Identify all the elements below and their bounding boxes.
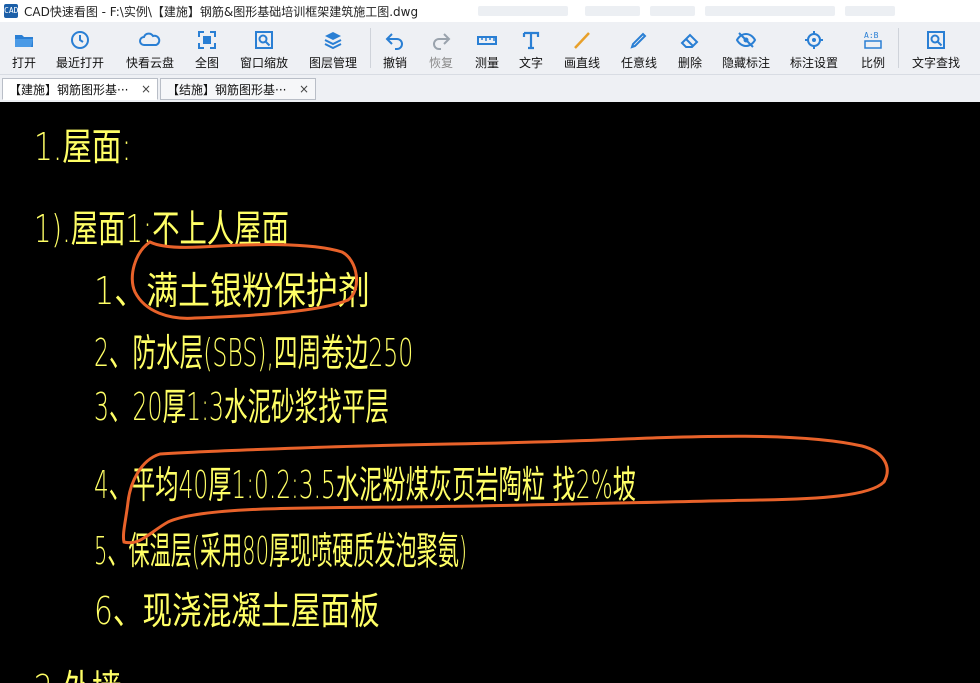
cloud-icon [139,32,161,46]
title-bar: CAD CAD快速看图 - F:\实例\【建施】钢筋&图形基础培训框架建筑施工图… [0,0,980,22]
settings-gear-icon [805,31,823,49]
main-toolbar: 打开 最近打开 快看云盘 全图 窗口缩放 图层管理 撤销 恢复 测量 文字 画直… [0,22,980,75]
text-tool-icon [522,31,540,50]
blurred-title-area [478,6,568,16]
undo-icon [385,33,403,50]
svg-text:A:B: A:B [864,31,879,40]
eraser-icon [680,33,699,48]
dim-settings-button[interactable]: 标注设置 [786,22,842,74]
pen-icon [630,32,647,49]
markup-circle-line-4 [122,434,889,545]
freehand-button[interactable]: 任意线 [618,22,660,74]
recent-button[interactable]: 最近打开 [52,22,108,74]
document-tab-bar: 【建施】钢筋图形基··· × 【结施】钢筋图形基··· × [0,75,980,102]
blurred-title-area [845,6,895,16]
ruler-icon [477,36,497,45]
toolbar-divider [898,28,899,68]
zoom-window-icon [255,31,273,49]
blurred-title-area [585,6,640,16]
line-button[interactable]: 画直线 [560,22,604,74]
text-button[interactable]: 文字 [514,22,548,74]
ratio-icon: A:B [864,31,882,49]
fit-all-button[interactable]: 全图 [190,22,224,74]
measure-button[interactable]: 测量 [470,22,504,74]
markup-circle-line-1 [130,240,359,320]
redo-button[interactable]: 恢复 [424,22,458,74]
toolbar-divider [370,28,371,68]
app-logo-icon: CAD [4,4,18,18]
redo-icon [433,33,451,50]
scale-button[interactable]: A:B 比例 [856,22,890,74]
close-icon[interactable]: × [141,82,151,96]
undo-button[interactable]: 撤销 [378,22,412,74]
close-icon[interactable]: × [299,82,309,96]
tab-jianshi[interactable]: 【建施】钢筋图形基··· × [2,78,158,100]
layers-button[interactable]: 图层管理 [304,22,362,74]
window-title: CAD快速看图 - F:\实例\【建施】钢筋&图形基础培训框架建筑施工图.dwg [24,4,419,19]
erase-button[interactable]: 删除 [674,22,706,74]
eye-hidden-icon [735,32,757,48]
hide-dims-button[interactable]: 隐藏标注 [718,22,774,74]
fit-screen-icon [198,31,216,49]
tab-jieshi[interactable]: 【结施】钢筋图形基··· × [160,78,316,100]
line-tool-icon [574,32,590,49]
markup-annotations [122,240,889,545]
find-text-icon [927,31,945,49]
open-button[interactable]: 打开 [6,22,42,74]
layers-icon [324,32,342,50]
window-zoom-button[interactable]: 窗口缩放 [236,22,292,74]
drawing-canvas[interactable]: 1.屋面: 1).屋面1:不上人屋面 1、满土银粉保护剂 2、防水层(SBS),… [0,102,980,683]
cloud-button[interactable]: 快看云盘 [120,22,180,74]
folder-open-icon [15,35,33,47]
history-icon [71,31,89,49]
blurred-title-area [650,6,695,16]
text-find-button[interactable]: 文字查找 [908,22,964,74]
blurred-title-area [705,6,835,16]
